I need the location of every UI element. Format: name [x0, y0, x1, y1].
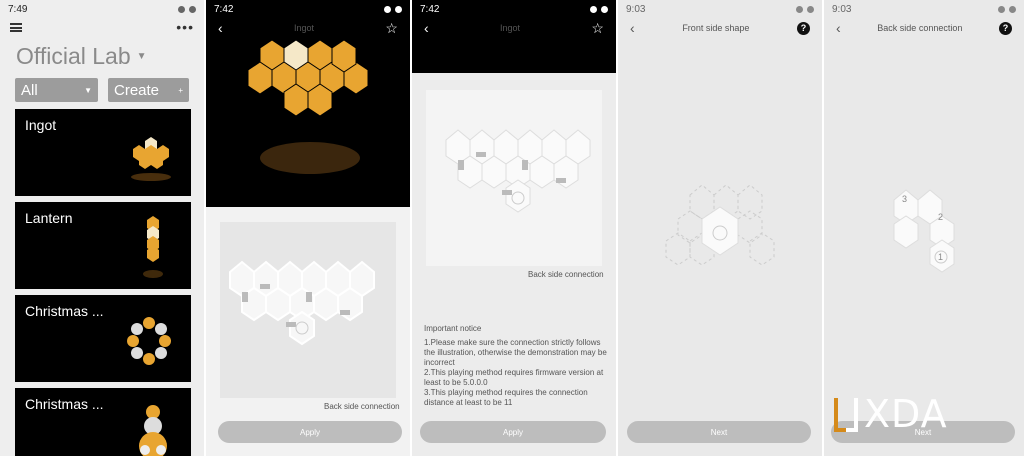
status-time: 7:49 [8, 3, 28, 15]
xda-watermark: XDA [832, 392, 948, 436]
wifi-icon [384, 5, 391, 13]
official-lab-screen: 7:49 ••• Official Lab ▼ All ▼ Create + I… [0, 0, 204, 456]
connection-diagram [220, 222, 396, 398]
back-connection-diagram: 3 2 1 [893, 189, 955, 273]
next-label: Next [710, 427, 728, 437]
ingot-thumbnail [131, 137, 171, 181]
status-time: 7:42 [420, 3, 440, 15]
wifi-icon [998, 5, 1005, 13]
battery-icon [601, 5, 608, 13]
wifi-icon [796, 5, 803, 13]
more-indicator: • • • [107, 451, 139, 456]
chevron-down-icon: ▼ [136, 50, 147, 62]
ingot-preview [247, 39, 369, 174]
step-number: 2 [938, 212, 943, 222]
next-button[interactable]: Next [627, 421, 811, 443]
help-icon[interactable]: ? [998, 21, 1012, 35]
nav-title: Back side connection [877, 23, 963, 33]
hex-layout-diagram [445, 129, 591, 213]
status-time: 9:03 [626, 3, 646, 15]
battery-icon [189, 5, 196, 13]
status-bar: 7:42 [412, 0, 616, 18]
menu-icon[interactable] [10, 22, 22, 32]
xda-logo-mark [834, 398, 858, 432]
front-shape-screen: 9:03 ‹ Front side shape ? Next [618, 0, 822, 456]
ingot-detail-screen: 7:42 ‹ Ingot ☆ Back side connection Appl… [206, 0, 410, 456]
lab-selector[interactable]: Official Lab ▼ [0, 36, 204, 70]
apply-label: Apply [299, 427, 320, 437]
scene-card-ingot[interactable]: Ingot [15, 109, 191, 196]
card-label: Ingot [25, 117, 57, 133]
back-icon[interactable]: ‹ [424, 20, 429, 36]
back-icon[interactable]: ‹ [218, 20, 223, 36]
wifi-icon [178, 5, 185, 13]
page-title: Official Lab [16, 42, 131, 69]
step-number: 3 [902, 194, 907, 204]
card-label: Christmas ... [25, 396, 104, 412]
wifi-icon [590, 5, 597, 13]
favorite-star-icon[interactable]: ☆ [385, 20, 398, 37]
front-shape-diagram [665, 184, 775, 266]
plus-icon: + [178, 85, 183, 95]
scene-card-lantern[interactable]: Lantern [15, 202, 191, 289]
diagram-caption: Back side connection [324, 402, 400, 411]
status-time: 7:42 [214, 3, 234, 15]
apply-label: Apply [502, 427, 523, 437]
status-time: 9:03 [832, 3, 852, 15]
more-options-icon[interactable]: ••• [176, 19, 194, 35]
ingot-notice-screen: 7:42 ‹ Ingot ☆ Back side connection Impo… [412, 0, 616, 456]
battery-icon [807, 5, 814, 13]
nav-title: Front side shape [682, 23, 750, 33]
wreath-thumbnail [127, 317, 171, 365]
filter-dropdown[interactable]: All ▼ [15, 78, 98, 102]
xda-text: XDA [864, 392, 948, 436]
important-notice: Important notice 1.Please make sure the … [424, 324, 608, 408]
status-bar: 9:03 [824, 0, 1024, 18]
status-bar: 7:42 [206, 0, 410, 18]
notice-line: 2.This playing method requires firmware … [424, 368, 604, 387]
chevron-down-icon: ▼ [84, 85, 92, 95]
status-bar: 9:03 [618, 0, 822, 18]
back-connection-screen: 9:03 ‹ Back side connection ? 3 2 1 Next [824, 0, 1024, 456]
favorite-star-icon[interactable]: ☆ [591, 20, 604, 37]
card-label: Lantern [25, 210, 73, 226]
notice-line: 1.Please make sure the connection strict… [424, 338, 607, 367]
scene-card-christmas-wreath[interactable]: Christmas ... [15, 295, 191, 382]
apply-button[interactable]: Apply [420, 421, 606, 443]
nav-title: Ingot [500, 23, 521, 33]
step-number: 1 [938, 252, 943, 262]
status-icons [178, 5, 196, 13]
card-label: Christmas ... [25, 303, 104, 319]
battery-icon [395, 5, 402, 13]
status-bar: 7:49 [0, 0, 204, 18]
battery-icon [1009, 5, 1016, 13]
lantern-thumbnail [143, 216, 163, 278]
create-label: Create [114, 81, 160, 99]
apply-button[interactable]: Apply [218, 421, 402, 443]
snowman-thumbnail [139, 405, 167, 456]
help-icon[interactable]: ? [797, 21, 810, 35]
diagram-caption: Back side connection [528, 270, 604, 279]
scene-card-christmas-snowman[interactable]: Christmas ... • • • [15, 388, 191, 456]
notice-line: 3.This playing method requires the conne… [424, 388, 588, 407]
hex-layout-diagram [229, 260, 375, 346]
create-button[interactable]: Create + [108, 78, 189, 102]
back-icon[interactable]: ‹ [630, 20, 635, 36]
connection-diagram [426, 90, 602, 266]
filter-label: All [21, 81, 38, 99]
back-icon[interactable]: ‹ [836, 20, 841, 36]
notice-title: Important notice [424, 324, 482, 333]
